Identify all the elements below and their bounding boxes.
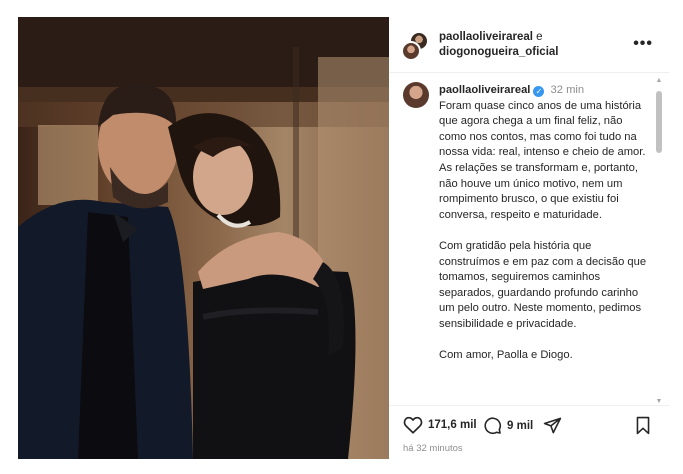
post-photo[interactable]: [18, 17, 389, 459]
avatar: [401, 41, 421, 61]
header-conjunction: e: [532, 31, 543, 43]
collab-avatars[interactable]: [401, 31, 429, 61]
avatar[interactable]: [403, 82, 429, 108]
post-timestamp[interactable]: há 32 minutos: [403, 443, 463, 454]
paper-plane-icon: [543, 417, 562, 434]
caption-area: paollaoliveirareal ✓ 32 min Foram quase c…: [389, 74, 669, 402]
caption-paragraph: Com gratidão pela história que construím…: [439, 239, 647, 330]
header-user1-link[interactable]: paollaoliveirareal: [439, 31, 533, 43]
caption-paragraph: Foram quase cinco anos de uma história q…: [439, 99, 646, 221]
share-button[interactable]: [543, 416, 562, 435]
caption-paragraph: Com amor, Paolla e Diogo.: [439, 349, 573, 362]
bookmark-icon: [636, 416, 650, 435]
post-header: paollaoliveirareal e diogonogueira_ofici…: [389, 17, 669, 73]
caption-scrollbar[interactable]: ▲ ▼: [655, 77, 663, 405]
couple-photo-illustration: [18, 17, 389, 459]
likes-count[interactable]: 171,6 mil: [428, 419, 477, 431]
caption-text: paollaoliveirareal ✓ 32 min Foram quase c…: [439, 83, 651, 364]
verified-badge-icon: ✓: [533, 86, 545, 97]
caption-username[interactable]: paollaoliveirareal: [439, 84, 530, 96]
like-button[interactable]: 171,6 mil: [403, 416, 477, 434]
comment-button[interactable]: 9 mil: [483, 416, 533, 435]
save-button[interactable]: [635, 416, 651, 435]
post-actions: 171,6 mil 9 mil há 32 minutos: [389, 405, 669, 459]
comments-count[interactable]: 9 mil: [507, 420, 533, 432]
scroll-up-arrow-icon[interactable]: ▲: [655, 77, 663, 84]
comment-bubble-icon: [484, 417, 502, 435]
header-usernames: paollaoliveirareal e diogonogueira_ofici…: [439, 30, 558, 60]
more-horizontal-icon[interactable]: •••: [633, 35, 653, 53]
header-user2-link[interactable]: diogonogueira_oficial: [439, 46, 558, 58]
scroll-thumb[interactable]: [656, 91, 662, 153]
caption-time: 32 min: [550, 84, 585, 96]
scroll-down-arrow-icon[interactable]: ▼: [655, 398, 663, 405]
heart-icon: [403, 416, 423, 434]
post-side-panel: paollaoliveirareal e diogonogueira_ofici…: [389, 17, 669, 459]
instagram-post: paollaoliveirareal e diogonogueira_ofici…: [18, 17, 669, 459]
